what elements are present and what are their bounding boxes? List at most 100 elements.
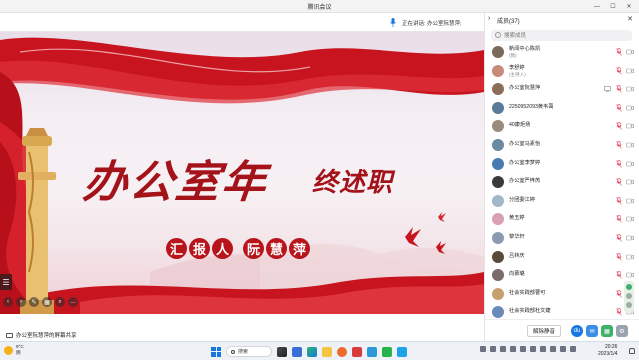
member-name: 向慕璐 xyxy=(509,271,525,278)
slide-reporter-row: 汇 报 人 阮 慧 萍 xyxy=(166,238,310,259)
member-row[interactable]: 新闻中心陈凯 (我) xyxy=(485,43,639,62)
previous-slide-icon[interactable]: ‹ xyxy=(3,297,13,307)
mic-muted-icon[interactable] xyxy=(616,215,622,224)
weather-widget[interactable]: 9°C 阴 xyxy=(4,344,24,356)
mic-muted-icon[interactable] xyxy=(616,159,622,168)
member-search-input[interactable] xyxy=(504,31,624,40)
mic-muted-icon[interactable] xyxy=(616,271,622,279)
mic-muted-icon[interactable] xyxy=(616,140,622,149)
zoom-icon[interactable]: ⌕ xyxy=(55,297,65,307)
member-name: 社会实践部杜文婕 xyxy=(509,308,551,315)
app-icon[interactable] xyxy=(292,346,302,357)
video-off-icon[interactable] xyxy=(626,272,634,278)
close-icon[interactable]: ✕ xyxy=(621,0,637,13)
ime-icon[interactable] xyxy=(540,346,546,352)
mic-muted-icon[interactable] xyxy=(616,252,622,261)
volume-icon[interactable] xyxy=(560,346,566,352)
mic-muted-icon[interactable] xyxy=(616,308,622,316)
avatar xyxy=(492,250,504,263)
video-off-icon[interactable] xyxy=(626,105,634,111)
task-view-icon[interactable] xyxy=(277,346,287,357)
mic-muted-icon[interactable] xyxy=(616,289,622,298)
reporter-name-char: 慧 xyxy=(266,238,287,259)
tray-expand-icon[interactable] xyxy=(480,346,486,352)
more-icon[interactable]: … xyxy=(68,297,78,307)
unmute-all-button[interactable]: 解除静音 xyxy=(527,325,561,337)
member-row[interactable]: 办公室李梦婷 xyxy=(485,155,639,174)
edge-icon[interactable] xyxy=(307,346,317,357)
windows-start-icon[interactable] xyxy=(211,346,221,357)
mic-muted-icon[interactable] xyxy=(616,122,622,131)
mic-muted-icon[interactable] xyxy=(616,103,622,112)
video-off-icon[interactable] xyxy=(626,49,634,55)
member-row[interactable]: 办公室马素怡 xyxy=(485,136,639,155)
member-name: 社会实践部曹可 xyxy=(509,289,546,296)
member-row[interactable]: 吕林庆 xyxy=(485,248,639,267)
member-row[interactable]: 向慕璐 xyxy=(485,266,639,285)
notification-icon[interactable] xyxy=(629,348,635,354)
next-slide-icon[interactable]: › xyxy=(16,297,26,307)
video-off-icon[interactable] xyxy=(626,179,634,185)
status-dot-icon[interactable] xyxy=(626,302,632,308)
video-off-icon[interactable] xyxy=(626,216,634,222)
member-row[interactable]: 黄玉婷 xyxy=(485,210,639,229)
clock-date: 2023/1/4 xyxy=(598,351,618,357)
mic-muted-icon[interactable] xyxy=(616,196,622,205)
settings-icon[interactable]: ⚙ xyxy=(616,325,628,337)
wifi-icon[interactable] xyxy=(550,346,556,352)
mic-muted-icon[interactable] xyxy=(616,85,622,93)
taskbar-search[interactable]: 搜索 xyxy=(226,346,272,357)
file-explorer-icon[interactable] xyxy=(322,346,332,357)
app-icon[interactable] xyxy=(397,346,407,357)
tencent-meeting-icon[interactable] xyxy=(367,346,377,357)
maximize-icon[interactable]: ☐ xyxy=(605,0,621,13)
screen-share-icon xyxy=(6,332,13,338)
member-row[interactable]: 黎华轩 xyxy=(485,229,639,248)
report-label-chips: 汇 报 人 xyxy=(166,238,233,259)
tray-app-icon[interactable] xyxy=(520,346,526,352)
slide-list-icon[interactable]: ☰ xyxy=(0,274,12,290)
collapse-icon[interactable]: › xyxy=(488,15,490,22)
video-off-icon[interactable] xyxy=(626,235,634,241)
video-off-icon[interactable] xyxy=(626,86,634,92)
member-row[interactable]: 2250952093黄韦蔼 xyxy=(485,99,639,118)
taskbar-search-label: 搜索 xyxy=(238,349,249,355)
video-off-icon[interactable] xyxy=(626,161,634,167)
chat-icon[interactable]: ✉ xyxy=(586,325,598,337)
member-row[interactable]: 李舒婷 (主持人) xyxy=(485,62,639,81)
minimize-icon[interactable]: — xyxy=(589,0,605,13)
member-row[interactable]: 40康炬炀 xyxy=(485,117,639,136)
tray-app-icon[interactable] xyxy=(530,346,536,352)
member-row[interactable]: 分团委江婷 xyxy=(485,192,639,211)
app-icon[interactable] xyxy=(352,346,362,357)
mic-muted-icon[interactable] xyxy=(616,66,622,75)
clock[interactable]: 20:26 2023/1/4 xyxy=(598,344,617,358)
pen-icon[interactable]: ✎ xyxy=(29,297,39,307)
panel-close-icon[interactable]: ✕ xyxy=(627,15,633,23)
video-off-icon[interactable] xyxy=(626,198,634,204)
member-row[interactable]: 社会实践部曹可 xyxy=(485,285,639,304)
apps-icon[interactable]: ▦ xyxy=(601,325,613,337)
firefox-icon[interactable] xyxy=(337,346,347,357)
mic-muted-icon[interactable] xyxy=(616,178,622,186)
video-off-icon[interactable] xyxy=(626,254,634,260)
member-search[interactable] xyxy=(491,30,632,41)
tray-app-icon[interactable] xyxy=(500,346,506,352)
mic-muted-icon[interactable] xyxy=(616,48,622,56)
status-dot-icon[interactable] xyxy=(626,293,632,299)
member-row[interactable]: 办公室阮慧萍 xyxy=(485,80,639,99)
slide-toolbar: ‹ › ✎ ▦ ⌕ … xyxy=(0,294,78,310)
grid-icon[interactable]: ▦ xyxy=(42,297,52,307)
battery-icon[interactable] xyxy=(570,346,576,352)
mic-muted-icon[interactable] xyxy=(616,233,622,242)
tray-app-icon[interactable] xyxy=(510,346,516,352)
video-off-icon[interactable] xyxy=(626,123,634,129)
video-off-icon[interactable] xyxy=(626,142,634,148)
wechat-icon[interactable] xyxy=(382,346,392,357)
members-title: 成员(37) xyxy=(497,19,520,25)
tray-app-icon[interactable] xyxy=(490,346,496,352)
status-dot-icon[interactable] xyxy=(626,284,632,290)
assistant-icon[interactable]: du xyxy=(571,325,583,337)
member-row[interactable]: 办公室严梓芮 xyxy=(485,173,639,192)
video-off-icon[interactable] xyxy=(626,68,634,74)
